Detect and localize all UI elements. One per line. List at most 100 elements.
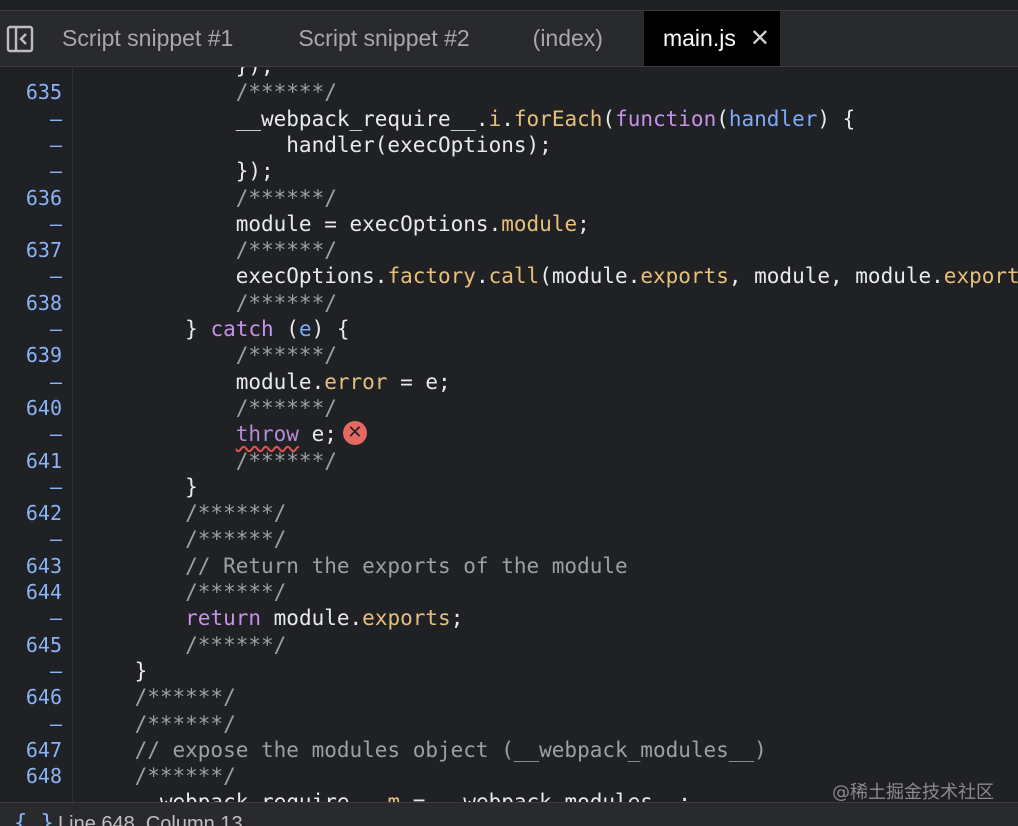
- code-line[interactable]: /******/: [84, 711, 236, 737]
- code-line[interactable]: /******/: [84, 342, 337, 368]
- code-token: function: [615, 106, 717, 131]
- code-line[interactable]: /******/: [84, 763, 236, 789]
- line-number[interactable]: –: [0, 526, 62, 552]
- line-number[interactable]: –: [0, 316, 62, 342]
- line-number[interactable]: –: [0, 369, 62, 395]
- tab-main-js[interactable]: main.js ✕: [643, 11, 780, 66]
- code-token: /******/: [84, 580, 287, 604]
- line-number[interactable]: –: [0, 658, 62, 684]
- code-token: e;: [298, 422, 337, 447]
- code-token: return: [185, 606, 262, 631]
- line-number[interactable]: 647: [0, 737, 62, 763]
- code-line[interactable]: });: [84, 158, 274, 184]
- code-token: exports: [640, 264, 729, 289]
- code-line[interactable]: /******/: [84, 448, 337, 474]
- tab-label: main.js: [662, 25, 736, 51]
- code-token: factory: [387, 264, 476, 289]
- line-number-gutter[interactable]: 635– – –636–637–638–639–640–641–642–643 644…: [0, 67, 70, 802]
- code-line[interactable]: execOptions.factory.call(module.exports,…: [84, 263, 1018, 289]
- code-token: e: [298, 317, 312, 341]
- line-number[interactable]: 635: [0, 79, 62, 105]
- line-number[interactable]: 636: [0, 185, 62, 211]
- line-number[interactable]: 644: [0, 579, 62, 605]
- line-number[interactable]: –: [0, 132, 62, 158]
- code-token: ) {: [311, 317, 350, 341]
- line-number[interactable]: 640: [0, 395, 62, 421]
- line-number[interactable]: –: [0, 106, 62, 132]
- line-number[interactable]: 645: [0, 632, 62, 658]
- code-line[interactable]: __webpack_require__.i.forEach(function(h…: [84, 106, 856, 132]
- line-number[interactable]: –: [0, 263, 62, 289]
- line-number[interactable]: –: [0, 605, 62, 631]
- code-line[interactable]: /******/: [84, 632, 286, 658]
- code-line[interactable]: });: [84, 67, 274, 79]
- code-content[interactable]: }); /******/ __webpack_require__.i.forEa…: [84, 67, 1018, 802]
- sidebar-toggle-icon: [6, 25, 34, 52]
- tab-label: Script snippet #2: [298, 25, 470, 51]
- code-token: });: [84, 67, 274, 78]
- line-number[interactable]: 637: [0, 237, 62, 263]
- code-line[interactable]: __webpack_require__.m = __webpack_module…: [84, 789, 691, 802]
- line-number[interactable]: 642: [0, 500, 62, 526]
- code-token: /******/: [84, 685, 236, 710]
- code-line[interactable]: /******/: [84, 237, 337, 263]
- code-line[interactable]: /******/: [84, 526, 286, 552]
- code-token: throw: [235, 422, 299, 447]
- code-token: call: [488, 264, 540, 289]
- code-line[interactable]: module = execOptions.module;: [84, 211, 590, 237]
- tab-script-snippet-1[interactable]: Script snippet #1: [40, 11, 276, 66]
- code-line[interactable]: return module.exports;: [84, 605, 463, 631]
- code-token: /******/: [84, 185, 337, 210]
- top-edge: [0, 0, 1018, 11]
- code-token: module.: [84, 369, 325, 394]
- line-number[interactable]: 646: [0, 684, 62, 710]
- code-line[interactable]: /******/: [84, 185, 337, 211]
- watermark: @稀土掘金技术社区: [832, 782, 994, 803]
- code-token: module: [501, 211, 578, 236]
- code-line[interactable]: } catch (e) {: [84, 316, 350, 342]
- line-number[interactable]: [0, 67, 62, 79]
- code-token: }: [84, 317, 211, 341]
- curly-braces-icon[interactable]: { }: [14, 811, 54, 826]
- line-number[interactable]: 648: [0, 763, 62, 789]
- code-line[interactable]: /******/: [84, 500, 286, 526]
- line-number[interactable]: –: [0, 474, 62, 500]
- code-line[interactable]: /******/: [84, 79, 337, 105]
- code-token: handler(execOptions);: [84, 132, 552, 157]
- line-number[interactable]: 638: [0, 290, 62, 316]
- code-line[interactable]: // expose the modules object (__webpack_…: [84, 737, 767, 763]
- editor-tab-bar: Script snippet #1 Script snippet #2 (ind…: [0, 11, 1018, 67]
- code-line[interactable]: // Return the exports of the module: [84, 553, 628, 579]
- line-number[interactable]: 639: [0, 342, 62, 368]
- tab-index[interactable]: (index): [511, 11, 644, 66]
- line-number[interactable]: 641: [0, 448, 62, 474]
- code-line[interactable]: /******/: [84, 290, 337, 316]
- error-x-icon[interactable]: ✕: [342, 421, 367, 446]
- code-line[interactable]: module.error = e;: [84, 369, 451, 395]
- line-number[interactable]: [0, 789, 62, 802]
- line-number[interactable]: –: [0, 158, 62, 184]
- code-token: , module, module.: [728, 264, 944, 289]
- code-line[interactable]: /******/: [84, 579, 286, 605]
- code-token: module = execOptions.: [84, 211, 502, 236]
- code-editor[interactable]: 635– – –636–637–638–639–640–641–642–643 644…: [0, 67, 1018, 802]
- line-number[interactable]: –: [0, 711, 62, 737]
- code-line[interactable]: }: [84, 474, 198, 500]
- code-line[interactable]: }: [84, 658, 148, 684]
- code-token: }: [84, 658, 148, 683]
- tab-script-snippet-2[interactable]: Script snippet #2: [276, 11, 510, 66]
- code-token: ;: [450, 606, 464, 631]
- code-line[interactable]: throw e; ✕: [84, 421, 367, 447]
- code-line[interactable]: handler(execOptions);: [84, 132, 552, 158]
- cursor-position: Line 648, Column 13: [58, 813, 243, 826]
- line-number[interactable]: –: [0, 421, 62, 447]
- close-icon[interactable]: ✕: [750, 26, 770, 51]
- code-token: catch: [210, 317, 274, 341]
- code-line[interactable]: /******/: [84, 684, 236, 710]
- line-number[interactable]: 643: [0, 553, 62, 579]
- sidebar-toggle-button[interactable]: [0, 11, 40, 66]
- code-token: (module.: [539, 264, 641, 289]
- code-line[interactable]: /******/: [84, 395, 337, 421]
- line-number[interactable]: –: [0, 211, 62, 237]
